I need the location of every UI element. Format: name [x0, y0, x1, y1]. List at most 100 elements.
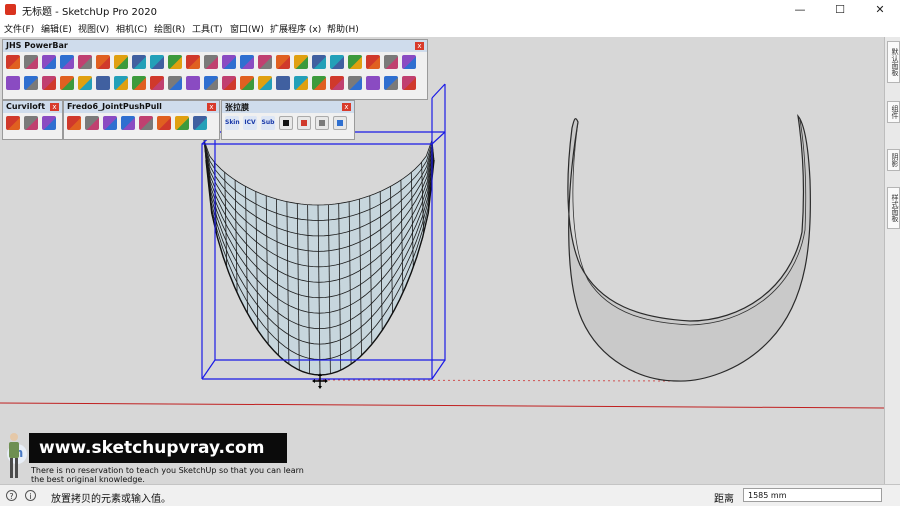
toolbar-tool-icon[interactable]	[78, 76, 92, 90]
toolbar-tool-icon[interactable]	[276, 76, 290, 90]
toolbar-tool-icon[interactable]	[42, 76, 56, 90]
toolbar-tool-icon[interactable]	[24, 76, 38, 90]
toolbar-tool-icon[interactable]	[168, 76, 182, 90]
toolbar-tool-icon[interactable]	[222, 55, 236, 69]
help-icon[interactable]: ?	[6, 490, 17, 501]
toolbar-header[interactable]: Fredo6_JointPushPull x	[64, 101, 219, 113]
toolbar-tool-icon[interactable]	[60, 76, 74, 90]
toolbar-tool-icon[interactable]	[240, 55, 254, 69]
toolbar-tool-icon[interactable]	[96, 55, 110, 69]
toolbar-tool-icon[interactable]	[366, 76, 380, 90]
toolbar-close-button[interactable]: x	[50, 103, 59, 111]
toolbar-tool-icon[interactable]	[24, 55, 38, 69]
toolbar-tool-icon[interactable]	[384, 55, 398, 69]
toolbar-tool-icon[interactable]	[193, 116, 207, 130]
toolbar-tool-icon[interactable]	[186, 55, 200, 69]
close-button[interactable]: ✕	[860, 0, 900, 20]
banner-url: www.sketchupvray.com	[39, 438, 265, 458]
toolbar-header[interactable]: Curviloft x	[3, 101, 62, 113]
menu-file[interactable]: 文件(F)	[4, 22, 34, 35]
toolbar-tool-icon[interactable]	[132, 76, 146, 90]
toolbar-tool-icon[interactable]	[402, 55, 416, 69]
copied-u-shape	[567, 113, 812, 382]
toolbar-tool-icon[interactable]	[204, 76, 218, 90]
toolbar-tool-icon[interactable]	[294, 76, 308, 90]
menu-view[interactable]: 视图(V)	[78, 22, 109, 35]
toolbar-tool-icon[interactable]	[150, 76, 164, 90]
tray-tab-shadows[interactable]: 阴影	[887, 149, 900, 171]
toolbar-tool-icon[interactable]	[312, 76, 326, 90]
toolbar-tool-icon[interactable]	[279, 116, 293, 130]
toolbar-tool-icon[interactable]	[384, 76, 398, 90]
toolbar-title: 张拉膜	[225, 103, 249, 112]
toolbar-tool-icon[interactable]	[78, 55, 92, 69]
toolbar-tool-icon[interactable]	[67, 116, 81, 130]
toolbar-tool-icon[interactable]	[139, 116, 153, 130]
measurements-input[interactable]: 1585 mm	[743, 488, 882, 502]
menu-edit[interactable]: 编辑(E)	[41, 22, 72, 35]
toolbar-tool-icon[interactable]	[103, 116, 117, 130]
banner-caption: There is no reservation to teach you Ske…	[31, 466, 304, 484]
toolbar-tool-icon[interactable]	[175, 116, 189, 130]
toolbar-tool-icon[interactable]	[348, 76, 362, 90]
menu-tools[interactable]: 工具(T)	[192, 22, 223, 35]
toolbar-tool-icon[interactable]	[6, 116, 20, 130]
toolbar-tool-icon[interactable]	[6, 76, 20, 90]
toolbar-tool-icon[interactable]	[402, 76, 416, 90]
toolbar-tool-icon[interactable]	[6, 55, 20, 69]
tray-tab-default[interactable]: 默认面板	[887, 41, 900, 83]
menu-window[interactable]: 窗口(W)	[230, 22, 264, 35]
toolbar-tool-icon[interactable]	[333, 116, 347, 130]
skin-button[interactable]: Skin	[225, 116, 240, 130]
toolbar-tool-icon[interactable]	[24, 116, 38, 130]
tension-membrane-toolbar: 张拉膜 x Skin ICV Sub	[221, 100, 355, 140]
toolbar-close-button[interactable]: x	[342, 103, 351, 111]
toolbar-tool-icon[interactable]	[114, 76, 128, 90]
maximize-button[interactable]: ☐	[820, 0, 860, 20]
toolbar-tool-icon[interactable]	[96, 76, 110, 90]
menu-help[interactable]: 帮助(H)	[327, 22, 359, 35]
toolbar-tool-icon[interactable]	[85, 116, 99, 130]
toolbar-tool-icon[interactable]	[330, 76, 344, 90]
toolbar-tool-icon[interactable]	[42, 55, 56, 69]
toolbar-tool-icon[interactable]	[258, 55, 272, 69]
tray-tab-styles[interactable]: 样式面板	[887, 187, 900, 229]
minimize-button[interactable]: —	[780, 0, 820, 20]
icv-button[interactable]: ICV	[243, 116, 257, 130]
toolbar-tool-icon[interactable]	[42, 116, 56, 130]
toolbar-tool-icon[interactable]	[366, 55, 380, 69]
toolbar-header[interactable]: JHS PowerBar x	[3, 40, 427, 52]
toolbar-tool-icon[interactable]	[114, 55, 128, 69]
toolbar-tool-icon[interactable]	[157, 116, 171, 130]
toolbar-tool-icon[interactable]	[240, 76, 254, 90]
status-bar: ? i 放置拷贝的元素或输入值。 距离 1585 mm	[0, 484, 900, 506]
toolbar-tool-icon[interactable]	[294, 55, 308, 69]
toolbar-close-button[interactable]: x	[415, 42, 424, 50]
window-title: 无标题 - SketchUp Pro 2020	[22, 7, 157, 18]
toolbar-tool-icon[interactable]	[348, 55, 362, 69]
toolbar-tool-icon[interactable]	[276, 55, 290, 69]
toolbar-tool-icon[interactable]	[315, 116, 329, 130]
toolbar-tool-icon[interactable]	[222, 76, 236, 90]
menu-extensions[interactable]: 扩展程序 (x)	[270, 22, 321, 35]
toolbar-tool-icon[interactable]	[258, 76, 272, 90]
toolbar-tool-icon[interactable]	[330, 55, 344, 69]
info-icon[interactable]: i	[25, 490, 36, 501]
toolbar-tool-icon[interactable]	[204, 55, 218, 69]
toolbar-tool-icon[interactable]	[168, 55, 182, 69]
toolbar-tool-icon[interactable]	[312, 55, 326, 69]
toolbar-tool-icon[interactable]	[186, 76, 200, 90]
modeling-viewport[interactable]: JHS PowerBar x Curviloft x Fredo6_JointP…	[0, 37, 884, 484]
toolbar-close-button[interactable]: x	[207, 103, 216, 111]
toolbar-tool-icon[interactable]	[297, 116, 311, 130]
toolbar-tool-icon[interactable]	[121, 116, 135, 130]
tray-tab-components[interactable]: 组件	[887, 101, 900, 123]
toolbar-tool-icon[interactable]	[150, 55, 164, 69]
caption-line: There is no reservation to teach you Ske…	[31, 466, 304, 475]
toolbar-tool-icon[interactable]	[132, 55, 146, 69]
toolbar-tool-icon[interactable]	[60, 55, 74, 69]
menu-draw[interactable]: 绘图(R)	[154, 22, 185, 35]
sub-button[interactable]: Sub	[261, 116, 275, 130]
menu-camera[interactable]: 相机(C)	[116, 22, 147, 35]
toolbar-header[interactable]: 张拉膜 x	[222, 101, 354, 113]
